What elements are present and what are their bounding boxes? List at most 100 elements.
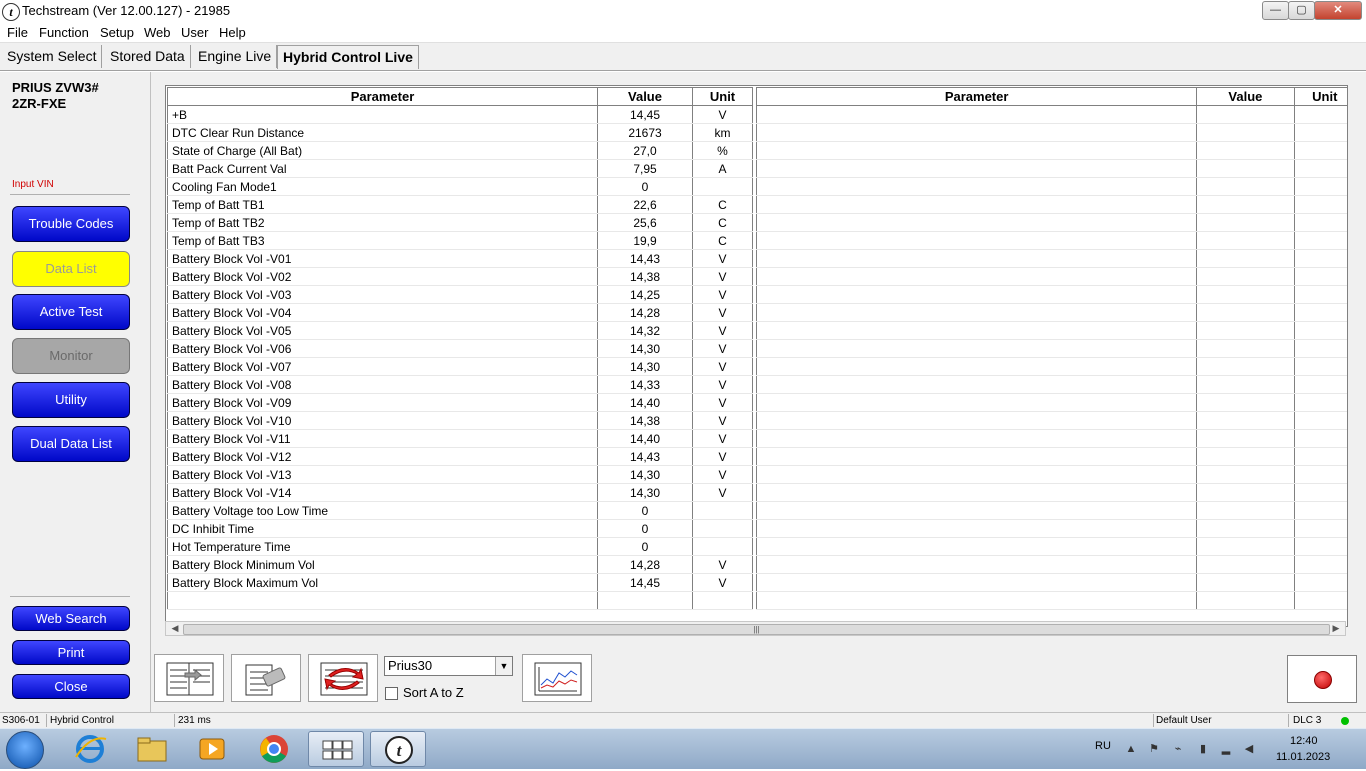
action-center-icon[interactable]: ⚑ (1148, 743, 1160, 755)
table-row-empty[interactable] (755, 411, 1347, 430)
internet-explorer-icon[interactable] (62, 731, 118, 767)
close-button[interactable]: Close (12, 674, 130, 699)
table-row-empty[interactable] (755, 213, 1347, 232)
table-row-empty[interactable] (755, 195, 1347, 214)
table-row-empty[interactable] (755, 483, 1347, 502)
table-row[interactable]: +B 14,45 V (167, 105, 753, 124)
table-row[interactable]: Temp of Batt TB2 25,6 C (167, 213, 753, 232)
table-row-empty[interactable] (755, 429, 1347, 448)
minimize-button[interactable]: — (1262, 1, 1289, 20)
table-row-empty[interactable] (755, 249, 1347, 268)
show-hidden-icons-icon[interactable]: ▲ (1125, 743, 1137, 755)
menu-setup[interactable]: Setup (100, 25, 134, 40)
table-row-empty[interactable] (755, 393, 1347, 412)
table-row-empty[interactable] (755, 357, 1347, 376)
usb-device-icon[interactable]: ⌁ (1172, 743, 1184, 755)
table-row[interactable]: Battery Block Minimum Vol 14,28 V (167, 555, 753, 574)
table-row-empty[interactable] (755, 159, 1347, 178)
table-row[interactable]: State of Charge (All Bat) 27,0% (167, 141, 753, 160)
file-explorer-icon[interactable] (124, 731, 180, 767)
table-row-empty[interactable] (755, 303, 1347, 322)
table-row[interactable]: DTC Clear Run Distance 21673 km (167, 123, 753, 142)
menu-user[interactable]: User (181, 25, 208, 40)
refresh-list-button[interactable] (308, 654, 378, 702)
volume-muted-icon[interactable]: ◀ (1243, 743, 1255, 755)
table-row-empty[interactable] (755, 465, 1347, 484)
chrome-icon[interactable] (246, 731, 302, 767)
chevron-down-icon[interactable]: ▼ (495, 657, 512, 675)
column-header-parameter[interactable]: Parameter (167, 87, 598, 106)
table-row[interactable]: Batt Pack Current Val 7,95 A (167, 159, 753, 178)
menu-help[interactable]: Help (219, 25, 246, 40)
table-row-empty[interactable] (755, 267, 1347, 286)
table-row-empty[interactable] (755, 123, 1347, 142)
table-row[interactable]: Battery Block Vol -V14 14,30 V (167, 483, 753, 502)
column-header-parameter[interactable]: Parameter (755, 87, 1198, 106)
maximize-button[interactable]: ▢ (1288, 1, 1315, 20)
table-row[interactable]: Battery Block Vol -V02 14,38 V (167, 267, 753, 286)
column-header-unit[interactable]: Unit (1293, 87, 1347, 106)
clock-time[interactable]: 12:40 (1290, 735, 1318, 747)
close-window-button[interactable]: ✕ (1314, 1, 1362, 20)
menu-web[interactable]: Web (144, 25, 171, 40)
table-row-empty[interactable] (755, 555, 1347, 574)
table-row[interactable]: Battery Voltage too Low Time 0 (167, 501, 753, 520)
table-row[interactable]: Hot Temperature Time 0 (167, 537, 753, 556)
table-row-empty[interactable] (755, 339, 1347, 358)
input-vin-link[interactable]: Input VIN (12, 179, 54, 190)
tab-hybrid-control-live[interactable]: Hybrid Control Live (277, 45, 419, 69)
table-row[interactable]: Temp of Batt TB1 22,6 C (167, 195, 753, 214)
menu-function[interactable]: Function (39, 25, 89, 40)
vehicle-profile-select[interactable]: Prius30 ▼ (384, 656, 513, 676)
tab-engine-live[interactable]: Engine Live (193, 45, 278, 68)
tab-system-select[interactable]: System Select (2, 45, 103, 68)
column-header-value[interactable]: Value (597, 87, 693, 106)
menu-file[interactable]: File (7, 25, 28, 40)
table-row-empty[interactable] (755, 231, 1347, 250)
table-row-empty[interactable] (755, 501, 1347, 520)
table-row[interactable]: Battery Block Vol -V12 14,43 V (167, 447, 753, 466)
dual-data-list-button[interactable]: Dual Data List (12, 426, 130, 462)
scroll-right-icon[interactable]: ▶ (1329, 622, 1343, 635)
trouble-codes-button[interactable]: Trouble Codes (12, 206, 130, 242)
table-row[interactable]: Temp of Batt TB3 19,9 C (167, 231, 753, 250)
table-row[interactable]: Battery Block Vol -V04 14,28 V (167, 303, 753, 322)
start-button-icon[interactable] (6, 731, 44, 769)
table-row-empty[interactable] (755, 519, 1347, 538)
battery-icon[interactable]: ▮ (1197, 743, 1209, 755)
language-indicator[interactable]: RU (1095, 740, 1111, 752)
table-row-empty[interactable] (755, 447, 1347, 466)
scrollbar-thumb[interactable]: ||| (183, 624, 1330, 635)
column-header-value[interactable]: Value (1196, 87, 1295, 106)
table-row-empty[interactable] (755, 573, 1347, 592)
techstream-taskbar-icon[interactable]: t (370, 731, 426, 767)
table-row[interactable]: Battery Block Vol -V13 14,30 V (167, 465, 753, 484)
network-signal-icon[interactable]: ▂ (1220, 743, 1232, 755)
table-row-empty[interactable] (755, 285, 1347, 304)
table-row-empty[interactable] (755, 375, 1347, 394)
data-list-button[interactable]: Data List (12, 251, 130, 287)
active-test-button[interactable]: Active Test (12, 294, 130, 330)
app-grid-icon[interactable] (308, 731, 364, 767)
column-header-unit[interactable]: Unit (692, 87, 753, 106)
table-row[interactable]: Battery Block Vol -V09 14,40 V (167, 393, 753, 412)
table-row[interactable]: Battery Block Vol -V03 14,25 V (167, 285, 753, 304)
print-button[interactable]: Print (12, 640, 130, 665)
media-player-icon[interactable] (184, 731, 240, 767)
clock-date[interactable]: 11.01.2023 (1276, 751, 1330, 763)
snapshot-button[interactable] (231, 654, 301, 702)
horizontal-scrollbar[interactable]: ◀ ||| ▶ (165, 621, 1346, 636)
scroll-left-icon[interactable]: ◀ (168, 622, 182, 635)
table-row[interactable] (167, 591, 753, 610)
table-row[interactable]: Cooling Fan Mode1 0 (167, 177, 753, 196)
table-row[interactable]: Battery Block Vol -V06 14,30 V (167, 339, 753, 358)
table-row-empty[interactable] (755, 105, 1347, 124)
utility-button[interactable]: Utility (12, 382, 130, 418)
table-row-empty[interactable] (755, 591, 1347, 610)
table-row-empty[interactable] (755, 537, 1347, 556)
table-row[interactable]: Battery Block Vol -V05 14,32 V (167, 321, 753, 340)
table-row[interactable]: Battery Block Vol -V08 14,33 V (167, 375, 753, 394)
table-row[interactable]: Battery Block Vol -V01 14,43 V (167, 249, 753, 268)
table-row[interactable]: Battery Block Vol -V10 14,38 V (167, 411, 753, 430)
table-row[interactable]: Battery Block Vol -V11 14,40 V (167, 429, 753, 448)
